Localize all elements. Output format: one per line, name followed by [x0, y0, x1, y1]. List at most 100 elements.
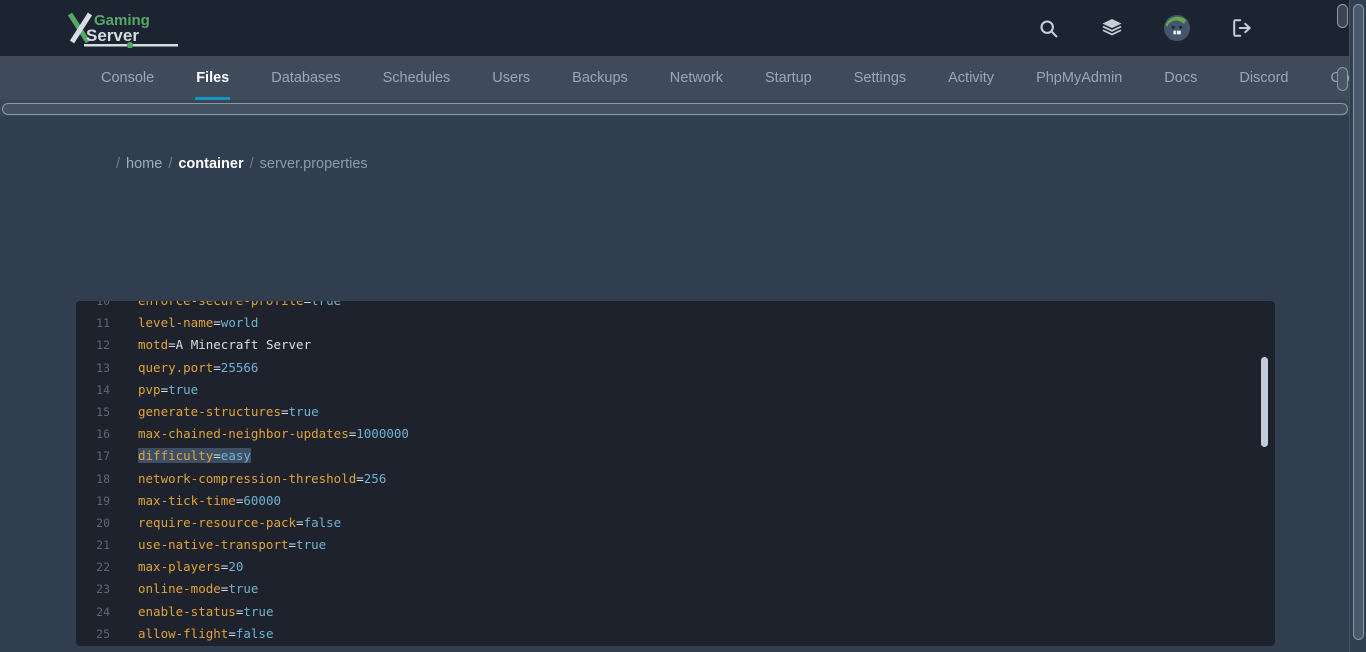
- editor-tokens: motd=A Minecraft Server: [138, 337, 311, 352]
- editor-line[interactable]: 21 use-native-transport=true: [76, 534, 1275, 556]
- nav-item-activity[interactable]: Activity: [927, 56, 1015, 100]
- editor-line-text[interactable]: query.port=25566: [122, 357, 258, 379]
- nav-scroll-sliver[interactable]: [1337, 67, 1348, 91]
- nav-item-console[interactable]: Console: [80, 56, 175, 100]
- editor-token-key: max-players: [138, 559, 221, 575]
- editor-line[interactable]: 12 motd=A Minecraft Server: [76, 334, 1275, 356]
- editor-token-key: level-name: [138, 315, 214, 331]
- editor-token-key: network-compression-threshold: [138, 470, 357, 486]
- editor-line[interactable]: 22 max-players=20: [76, 556, 1275, 578]
- editor-line[interactable]: 24 enable-status=true: [76, 601, 1275, 623]
- nav-item-settings[interactable]: Settings: [833, 56, 927, 100]
- editor-token-value: easy: [220, 448, 251, 464]
- editor-line[interactable]: 10 enforce-secure-profile=true: [76, 301, 1275, 312]
- nav-item-network[interactable]: Network: [649, 56, 744, 100]
- nav-item-discord[interactable]: Discord: [1218, 56, 1309, 100]
- search-icon[interactable]: [1036, 16, 1060, 40]
- editor-line-text[interactable]: enforce-secure-profile=true: [122, 301, 341, 312]
- editor-tokens: max-players=20: [138, 559, 243, 574]
- editor-line[interactable]: 17 difficulty=easy: [76, 445, 1275, 467]
- editor-token-key: require-resource-pack: [138, 514, 297, 530]
- editor-line-text[interactable]: online-mode=true: [122, 578, 258, 600]
- editor-line[interactable]: 25 allow-flight=false: [76, 623, 1275, 645]
- editor-token-equals: =: [213, 359, 221, 375]
- nav-label: Databases: [271, 70, 341, 86]
- editor-line-text[interactable]: motd=A Minecraft Server: [122, 334, 311, 356]
- nav-item-schedules[interactable]: Schedules: [362, 56, 472, 100]
- nav-item-phpmyadmin[interactable]: PhpMyAdmin: [1015, 56, 1143, 100]
- nav-label: Startup: [764, 70, 812, 86]
- editor-line-number: 14: [96, 382, 110, 397]
- editor-token-value: true: [296, 537, 327, 553]
- logout-icon[interactable]: [1230, 16, 1254, 40]
- editor-token-equals: =: [296, 514, 304, 530]
- nav-item-backups[interactable]: Backups: [551, 56, 649, 100]
- editor-token-equals: =: [356, 470, 364, 486]
- editor-line-text[interactable]: max-chained-neighbor-updates=1000000: [122, 423, 409, 445]
- editor-token-key: max-tick-time: [138, 492, 236, 508]
- editor-line[interactable]: 11 level-name=world: [76, 312, 1275, 334]
- editor-line-number: 10: [96, 301, 110, 308]
- editor-line[interactable]: 23 online-mode=true: [76, 578, 1275, 600]
- nav-label: Activity: [948, 70, 995, 86]
- editor-line-number: 16: [96, 427, 110, 442]
- editor-tokens: allow-flight=false: [138, 626, 273, 641]
- editor-line-number: 22: [96, 560, 110, 575]
- header-scroll-sliver[interactable]: [1337, 4, 1348, 28]
- nav-horizontal-scrollbar-thumb[interactable]: [2, 103, 1348, 115]
- editor-line-text[interactable]: pvp=true: [122, 379, 198, 401]
- editor-line[interactable]: 16 max-chained-neighbor-updates=1000000: [76, 423, 1275, 445]
- editor-tokens: level-name=world: [138, 315, 258, 330]
- editor-token-value: false: [303, 514, 342, 530]
- breadcrumb: / home / container / server.properties: [0, 116, 1350, 174]
- editor-line[interactable]: 18 network-compression-threshold=256: [76, 468, 1275, 490]
- editor-scroll-area[interactable]: 10 enforce-secure-profile=true 11level-nam…: [76, 301, 1275, 646]
- layers-icon[interactable]: [1100, 16, 1124, 40]
- editor-token-value: 60000: [243, 492, 282, 508]
- breadcrumb-filename: server.properties: [259, 156, 368, 172]
- editor-line[interactable]: 20 require-resource-pack=false: [76, 512, 1275, 534]
- editor-vertical-scrollbar[interactable]: [1261, 301, 1269, 646]
- editor-line-text[interactable]: difficulty=easy: [122, 445, 251, 467]
- editor-line-number: 24: [96, 604, 110, 619]
- editor-tokens: online-mode=true: [138, 581, 258, 596]
- breadcrumb-container[interactable]: container: [178, 156, 243, 172]
- file-editor[interactable]: 10 enforce-secure-profile=true 11level-nam…: [76, 301, 1275, 646]
- editor-line[interactable]: 15 generate-structures=true: [76, 401, 1275, 423]
- nav-label: Console: [101, 70, 155, 86]
- editor-line[interactable]: 19 max-tick-time=60000: [76, 490, 1275, 512]
- nav-label: Discord: [1239, 70, 1289, 86]
- editor-token-value: world: [220, 315, 259, 331]
- editor-line-text[interactable]: network-compression-threshold=256: [122, 468, 386, 490]
- editor-token-key: enable-status: [138, 603, 236, 619]
- editor-line-text[interactable]: enable-status=true: [122, 601, 273, 623]
- editor-token-key: pvp: [138, 381, 161, 397]
- editor-line[interactable]: 14 pvp=true: [76, 379, 1275, 401]
- editor-line-number: 23: [96, 582, 110, 597]
- nav-horizontal-scrollbar[interactable]: [0, 100, 1350, 116]
- editor-line-text[interactable]: max-players=20: [122, 556, 243, 578]
- breadcrumb-home[interactable]: home: [126, 156, 162, 172]
- page-scrollbar-thumb[interactable]: [1353, 4, 1364, 640]
- breadcrumb-separator-2: /: [249, 156, 254, 172]
- nav-item-docs[interactable]: Docs: [1143, 56, 1218, 100]
- nav-item-files[interactable]: Files: [175, 56, 250, 100]
- nav-item-databases[interactable]: Databases: [250, 56, 361, 100]
- editor-line-text[interactable]: allow-flight=false: [122, 623, 273, 645]
- page-scrollbar[interactable]: [1349, 0, 1366, 652]
- brand-logo[interactable]: Gaming Server: [68, 8, 188, 48]
- editor-line-number: 12: [96, 338, 110, 353]
- avatar[interactable]: [1164, 15, 1190, 41]
- editor-vertical-scrollbar-thumb[interactable]: [1261, 357, 1268, 447]
- nav-item-users[interactable]: Users: [471, 56, 551, 100]
- nav-items: Console Files Databases Schedules Users …: [0, 56, 1350, 100]
- editor-tokens: enforce-secure-profile=true: [138, 301, 341, 308]
- editor-line-text[interactable]: max-tick-time=60000: [122, 490, 281, 512]
- editor-line-text[interactable]: generate-structures=true: [122, 401, 319, 423]
- editor-line-text[interactable]: level-name=world: [122, 312, 258, 334]
- editor-code-lines[interactable]: 10 enforce-secure-profile=true 11level-nam…: [76, 301, 1275, 645]
- editor-line[interactable]: 13 query.port=25566: [76, 357, 1275, 379]
- editor-line-text[interactable]: use-native-transport=true: [122, 534, 326, 556]
- nav-item-startup[interactable]: Startup: [744, 56, 833, 100]
- editor-line-text[interactable]: require-resource-pack=false: [122, 512, 341, 534]
